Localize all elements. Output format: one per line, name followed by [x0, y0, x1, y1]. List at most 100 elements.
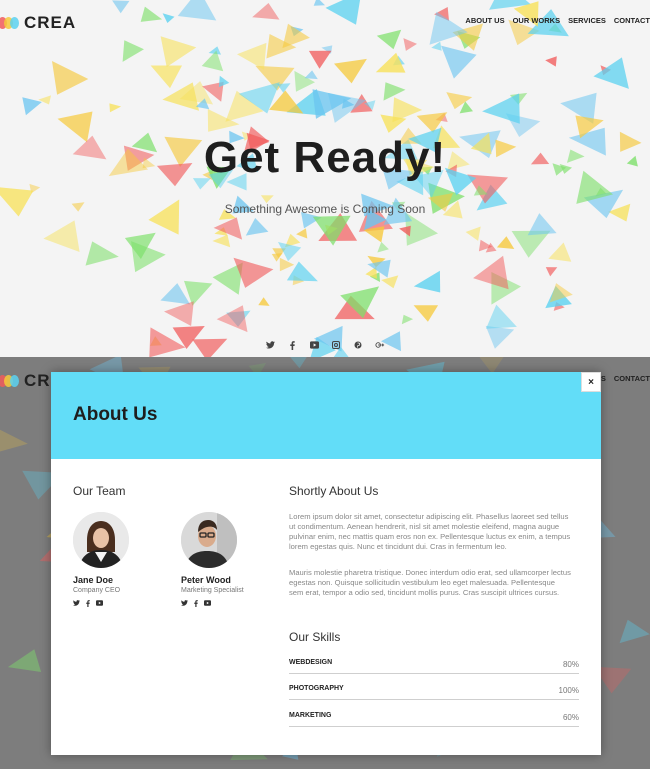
about-heading: Shortly About Us [289, 484, 379, 498]
confetti-shape [279, 257, 295, 272]
brand-logo[interactable]: CREA [0, 13, 77, 33]
confetti-shape [304, 70, 318, 80]
confetti-shape [150, 65, 182, 89]
confetti-shape [496, 236, 515, 249]
hero-social-links [0, 340, 650, 350]
modal-header: About Us × [51, 372, 601, 459]
about-paragraph: Lorem ipsum dolor sit amet, consectetur … [289, 512, 571, 551]
member-social-links [181, 600, 281, 609]
brand-name: CREA [24, 13, 77, 32]
facebook-icon[interactable] [194, 600, 198, 609]
confetti-shape [237, 42, 267, 70]
skill-value: 60% [562, 713, 579, 722]
confetti-shape [212, 234, 231, 248]
confetti-shape [160, 36, 197, 67]
nav-item-contact: CONTACT [613, 374, 650, 383]
skill-row: PHOTOGRAPHY 100% [289, 685, 579, 700]
hero-title: Get Ready! [203, 133, 447, 182]
confetti-shape [112, 0, 130, 14]
twitter-icon[interactable] [73, 600, 80, 609]
member-name: Jane Doe [73, 575, 114, 585]
confetti-shape [245, 218, 269, 236]
confetti-shape [413, 270, 441, 293]
confetti-shape [334, 58, 367, 84]
member-social-links [73, 600, 173, 609]
confetti-shape [441, 45, 477, 79]
skill-name: WEBDESIGN [289, 659, 333, 666]
confetti-shape [216, 305, 248, 333]
confetti-shape [162, 13, 175, 23]
confetti-shape [160, 283, 191, 305]
skill-name: MARKETING [289, 712, 332, 719]
confetti-shape [290, 357, 307, 369]
confetti-shape [43, 220, 80, 252]
team-member-card: Jane Doe Company CEO [73, 512, 173, 609]
instagram-icon[interactable] [330, 340, 342, 350]
confetti-shape [213, 217, 243, 240]
confetti-shape [399, 225, 411, 237]
close-button[interactable]: × [581, 372, 601, 392]
nav-item-contact[interactable]: CONTACT [614, 16, 650, 25]
skills-heading: Our Skills [289, 630, 341, 644]
confetti-shape [282, 23, 310, 49]
team-member-card: Peter Wood Marketing Specialist [181, 512, 281, 609]
skill-row: WEBDESIGN 80% [289, 659, 579, 674]
youtube-icon[interactable] [204, 600, 211, 609]
confetti-shape [377, 241, 389, 253]
confetti-shape [482, 93, 520, 124]
logo-mark-icon [0, 375, 19, 387]
hero-subtitle: Something Awesome is Coming Soon [224, 202, 426, 216]
avatar [181, 512, 237, 568]
logo-mark-icon [0, 17, 19, 29]
confetti-shape [619, 619, 650, 644]
confetti-shape [0, 429, 28, 452]
facebook-icon[interactable] [86, 600, 90, 609]
twitter-icon[interactable] [181, 600, 188, 609]
confetti-shape [109, 103, 122, 113]
avatar [73, 512, 129, 568]
hero-panel: CREA ABOUT US OUR WORKS SERVICES CONTACT… [0, 0, 650, 357]
confetti-shape [473, 255, 509, 290]
confetti-shape [131, 241, 166, 273]
confetti-shape [258, 297, 270, 306]
nav-item-our-works[interactable]: OUR WORKS [513, 16, 561, 25]
facebook-icon[interactable] [286, 340, 298, 350]
confetti-shape [140, 6, 163, 22]
confetti-shape [296, 228, 308, 239]
confetti-shape [465, 226, 481, 241]
pinterest-icon[interactable] [352, 340, 364, 350]
confetti-shape [527, 213, 557, 236]
modal-title: About Us [73, 404, 158, 425]
confetti-shape [403, 38, 417, 51]
nav-item-services[interactable]: SERVICES [568, 16, 606, 25]
confetti-shape [85, 241, 119, 266]
confetti-shape [162, 82, 199, 111]
confetti-shape [593, 57, 629, 89]
confetti-shape [52, 61, 89, 95]
confetti-shape [308, 50, 332, 69]
youtube-icon[interactable] [308, 340, 320, 350]
skill-value: 100% [558, 686, 579, 695]
about-us-modal: About Us × Our Team Jane Doe Company CEO [51, 372, 601, 755]
confetti-shape [376, 29, 402, 50]
main-nav: ABOUT US OUR WORKS SERVICES CONTACT [465, 16, 650, 25]
confetti-shape [413, 305, 439, 322]
member-role: Marketing Specialist [181, 587, 244, 594]
about-paragraph: Mauris molestie pharetra tristique. Done… [289, 568, 571, 597]
confetti-shape [252, 3, 280, 20]
confetti-shape [548, 242, 572, 262]
google-plus-icon[interactable] [374, 340, 386, 350]
team-heading: Our Team [73, 484, 126, 498]
nav-item-about-us[interactable]: ABOUT US [465, 16, 504, 25]
confetti-shape [177, 0, 217, 21]
confetti-shape [122, 40, 144, 62]
twitter-icon[interactable] [264, 340, 276, 350]
modal-overlay[interactable]: CREA SERVICES CONTACT About Us × Our Tea… [0, 357, 650, 769]
youtube-icon[interactable] [96, 600, 103, 609]
skill-value: 80% [562, 660, 579, 669]
confetti-shape [401, 314, 414, 325]
confetti-shape [486, 304, 517, 329]
confetti-shape [7, 649, 42, 672]
confetti-shape [545, 267, 558, 277]
confetti-shape [325, 0, 361, 25]
